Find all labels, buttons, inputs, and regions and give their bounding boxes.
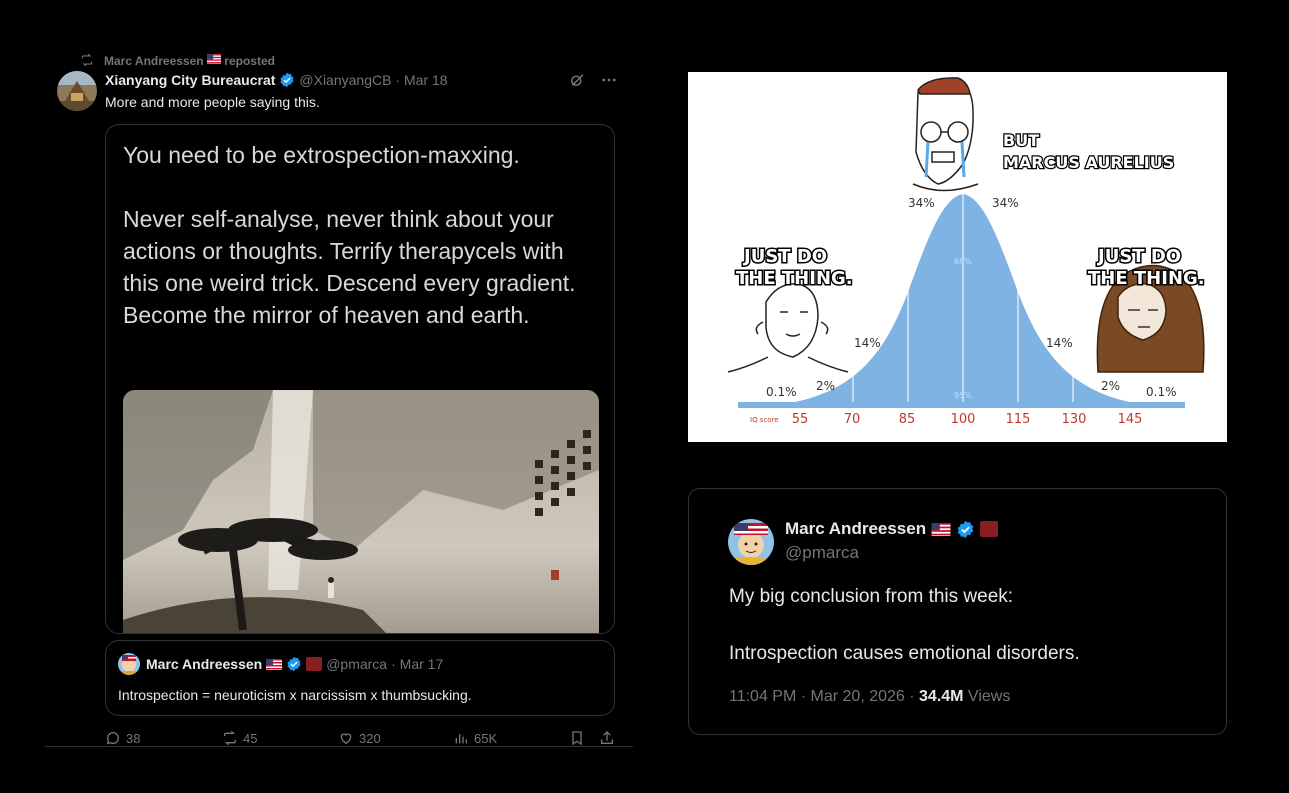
pct-95: 95% <box>954 391 972 400</box>
pct-68: 68% <box>954 257 972 266</box>
tweet-text-line1: My big conclusion from this week: <box>729 586 1014 607</box>
iq-tick-115: 115 <box>1006 412 1031 427</box>
pct-01-right: 0.1% <box>1146 385 1177 399</box>
grok-icon[interactable] <box>568 71 586 89</box>
repost-button[interactable]: 45 <box>222 730 257 746</box>
like-count: 320 <box>359 730 381 746</box>
svg-text:THE THING.: THE THING. <box>1088 268 1205 289</box>
quote-text: Introspection = neuroticism x narcissism… <box>118 687 472 703</box>
timestamp-text: 11:04 PM · Mar 20, 2026 · <box>729 688 920 705</box>
repost-indicator[interactable]: Marc Andreessen reposted <box>80 52 275 68</box>
ink-painting-image <box>123 390 599 633</box>
bell-curve-svg: 34% 34% 68% 14% 14% 2% 2% 0.1% 0.1% 95% … <box>727 77 1207 427</box>
pmarca-name[interactable]: Marc Andreessen <box>785 519 926 539</box>
pct-2-right: 2% <box>1101 379 1120 393</box>
us-flag-icon <box>931 522 951 536</box>
tweet-date[interactable]: · Mar 18 <box>395 72 447 88</box>
views-button[interactable]: 65K <box>453 730 497 746</box>
tweet-divider <box>45 746 633 747</box>
card-text: You need to be extrospection-maxxing. Ne… <box>123 142 576 328</box>
svg-text:BUT: BUT <box>1003 131 1039 150</box>
repost-author: Marc Andreessen <box>104 54 204 68</box>
author-avatar[interactable] <box>57 71 97 111</box>
pmarca-avatar[interactable] <box>728 519 774 565</box>
pmarca-handle[interactable]: @pmarca <box>785 543 859 563</box>
quoted-tweet[interactable]: Marc Andreessen @pmarca · Mar 17 Introsp… <box>105 640 615 716</box>
affiliation-badge-icon <box>980 521 999 537</box>
us-flag-icon <box>206 54 221 64</box>
verified-badge-icon <box>280 72 294 88</box>
pct-2-left: 2% <box>816 379 835 393</box>
image-card[interactable]: You need to be extrospection-maxxing. Ne… <box>105 124 615 634</box>
iq-tick-130: 130 <box>1062 412 1087 427</box>
reply-count: 38 <box>126 730 141 746</box>
us-flag-icon <box>266 658 283 670</box>
meme-left-label: JUST DO THE THING. <box>735 245 855 291</box>
iq-tick-70: 70 <box>844 412 861 427</box>
analytics-icon <box>455 734 467 744</box>
svg-text:JUST DO: JUST DO <box>1096 246 1181 267</box>
svg-text:JUST DO: JUST DO <box>742 246 827 267</box>
tweet-text: More and more people saying this. <box>105 94 320 110</box>
meme-right-label: JUST DO THE THING. <box>1087 245 1207 291</box>
reply-icon <box>106 732 119 745</box>
pct-14-right: 14% <box>1046 336 1073 350</box>
svg-text:THE THING.: THE THING. <box>736 268 853 289</box>
iq-tick-100: 100 <box>951 412 976 427</box>
bell-curve-meme-image: 34% 34% 68% 14% 14% 2% 2% 0.1% 0.1% 95% … <box>688 72 1227 442</box>
reply-button[interactable]: 38 <box>105 730 140 746</box>
repost-icon <box>224 730 236 746</box>
views-label: Views <box>963 688 1011 705</box>
meme-center-label: BUT MARCUS AURELIUS <box>1002 130 1176 174</box>
pct-14-left: 14% <box>854 336 881 350</box>
like-button[interactable]: 320 <box>338 730 381 746</box>
iq-tick-85: 85 <box>899 412 916 427</box>
bookmark-icon[interactable] <box>569 730 585 746</box>
repost-icon <box>81 53 93 67</box>
tweet-text-line2: Introspection causes emotional disorders… <box>729 643 1080 664</box>
verified-badge-icon <box>957 520 974 538</box>
views-count: 34.4M <box>919 688 964 705</box>
quote-author-avatar <box>118 653 140 675</box>
affiliation-badge-icon <box>306 657 323 671</box>
repost-suffix: reposted <box>224 54 275 68</box>
pct-34-right: 34% <box>992 196 1019 210</box>
embedded-tweet[interactable]: Marc Andreessen @pmarca My big conclusio… <box>688 488 1227 735</box>
share-icon[interactable] <box>599 730 615 746</box>
author-handle[interactable]: @XianyangCB <box>299 72 391 88</box>
quote-date: · Mar 17 <box>391 656 444 672</box>
quote-author-handle: @pmarca <box>326 656 388 672</box>
more-options-icon[interactable] <box>600 71 618 89</box>
tweet-timestamp[interactable]: 11:04 PM · Mar 20, 2026 · 34.4M Views <box>729 688 1010 706</box>
svg-text:MARCUS AURELIUS: MARCUS AURELIUS <box>1003 153 1174 172</box>
author-name[interactable]: Xianyang City Bureaucrat <box>105 72 275 88</box>
iq-tick-145: 145 <box>1118 412 1143 427</box>
iq-tick-55: 55 <box>792 412 809 427</box>
pct-01-left: 0.1% <box>766 385 797 399</box>
heart-icon <box>340 733 352 745</box>
crying-wojak-figure <box>912 77 979 192</box>
repost-count: 45 <box>243 730 258 746</box>
left-wojak-figure <box>727 283 849 373</box>
pct-34-left: 34% <box>908 196 935 210</box>
verified-badge-icon <box>287 656 301 672</box>
iq-score-label: IQ score <box>750 416 779 424</box>
views-count: 65K <box>474 730 498 746</box>
quote-author-name: Marc Andreessen <box>146 656 263 672</box>
